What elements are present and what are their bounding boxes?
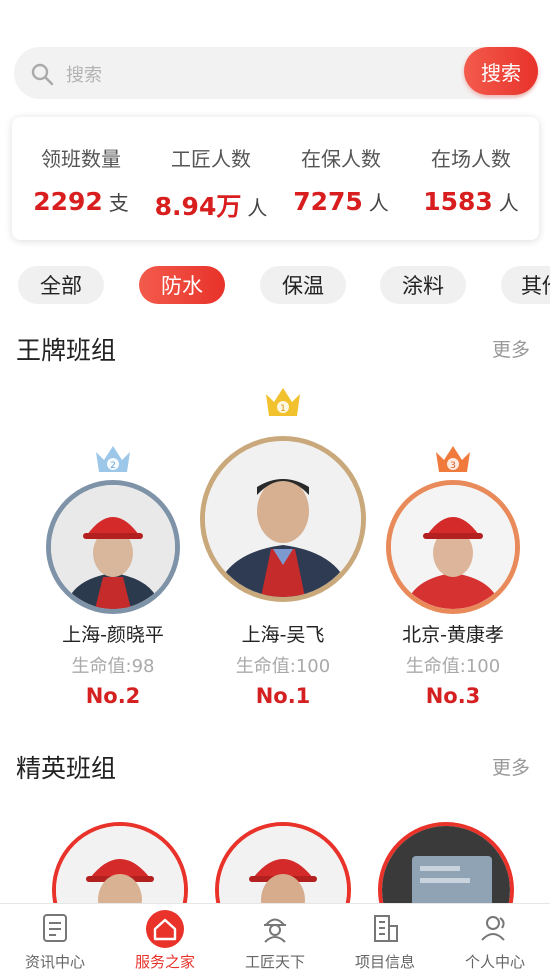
rank-label: No.3 [425, 684, 481, 708]
crown-icon: 1 [266, 388, 300, 416]
search-button[interactable]: 搜索 [464, 47, 538, 95]
chip-coating[interactable]: 涂料 [380, 266, 466, 304]
svg-text:3: 3 [450, 461, 456, 471]
building-icon [374, 915, 398, 942]
life-value: 生命值:100 [405, 656, 501, 677]
nav-item-news[interactable]: 资讯中心 [0, 904, 110, 977]
nav-item-profile[interactable]: 个人中心 [440, 904, 550, 977]
nav-label: 工匠天下 [244, 953, 305, 971]
svg-text:1: 1 [280, 404, 286, 414]
stat-value: 7275 [293, 187, 363, 216]
rank-card-2[interactable]: 2 上海-颜晓平 生命值:98 No.2 [40, 440, 186, 720]
nav-label: 项目信息 [354, 953, 415, 971]
user-icon [481, 916, 505, 941]
chip-all[interactable]: 全部 [18, 266, 104, 304]
stat-label: 在场人数 [431, 147, 511, 171]
svg-text:2: 2 [110, 461, 116, 471]
more-link-elite[interactable]: 更多 [492, 753, 530, 780]
rank-card-3[interactable]: 3 北京-黄康孝 生命值:100 No.3 [380, 440, 526, 720]
document-icon [43, 914, 67, 942]
stat-unit: 人 [498, 191, 519, 215]
stat-craftsman-count: 工匠人数 8.94万人 [146, 117, 276, 240]
bottom-nav: 资讯中心 服务之家 工匠天下 项目信息 个人中心 [0, 903, 550, 977]
home-icon [146, 910, 184, 948]
nav-item-service[interactable]: 服务之家 [110, 904, 220, 977]
search-input[interactable]: 搜索 [66, 61, 102, 87]
rank-label: No.2 [85, 684, 141, 708]
nav-label: 资讯中心 [24, 953, 85, 971]
life-value: 生命值:100 [235, 656, 331, 677]
stat-label: 工匠人数 [171, 147, 251, 171]
chip-insulation[interactable]: 保温 [260, 266, 346, 304]
team-name: 北京-黄康孝 [402, 624, 504, 646]
rank-card-1[interactable]: 1 上海-吴飞 生命值:100 No.1 [196, 384, 370, 720]
life-value: 生命值:98 [71, 656, 155, 677]
nav-label: 服务之家 [134, 953, 195, 971]
stat-value: 8.94万 [154, 192, 242, 221]
worker-icon [263, 918, 287, 943]
search-bar[interactable]: 搜索 搜索 [14, 47, 538, 99]
avatar [46, 480, 180, 614]
nav-item-project[interactable]: 项目信息 [330, 904, 440, 977]
chip-waterproof[interactable]: 防水 [139, 266, 225, 304]
stat-onsite-count: 在场人数 1583 人 [406, 117, 536, 240]
avatar [386, 480, 520, 614]
chip-other[interactable]: 其他 [501, 266, 550, 304]
avatar [200, 436, 366, 602]
stat-label: 在保人数 [301, 147, 381, 171]
crown-icon: 2 [96, 446, 130, 472]
search-icon [31, 63, 54, 86]
nav-label: 个人中心 [464, 953, 525, 971]
stat-value: 1583 [423, 187, 493, 216]
stat-unit: 人 [368, 191, 389, 215]
team-name: 上海-吴飞 [241, 624, 325, 646]
stat-unit: 支 [108, 191, 129, 215]
more-link-ace[interactable]: 更多 [492, 335, 530, 362]
stat-unit: 人 [247, 196, 268, 220]
stat-team-count: 领班数量 2292 支 [16, 117, 146, 240]
rank-label: No.1 [255, 684, 311, 708]
nav-item-craftsman[interactable]: 工匠天下 [220, 904, 330, 977]
stat-insured-count: 在保人数 7275 人 [276, 117, 406, 240]
section-title-elite: 精英班组 [16, 754, 117, 783]
team-name: 上海-颜晓平 [62, 624, 164, 646]
section-title-ace: 王牌班组 [16, 336, 117, 365]
stats-card: 领班数量 2292 支 工匠人数 8.94万人 在保人数 7275 人 在场人数 1… [12, 117, 539, 240]
category-chips: 全部 防水 保温 涂料 其他 [0, 266, 550, 306]
stat-value: 2292 [33, 187, 103, 216]
stat-label: 领班数量 [41, 147, 121, 171]
crown-icon: 3 [436, 446, 470, 472]
